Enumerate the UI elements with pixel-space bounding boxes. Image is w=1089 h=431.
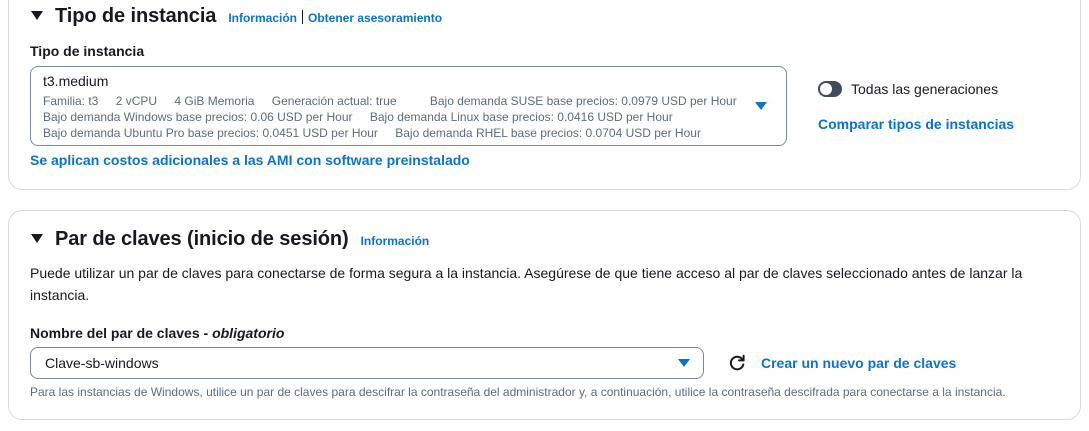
- suse-price: Bajo demanda SUSE base precios: 0.0979 U…: [429, 94, 737, 108]
- compare-instance-types-link[interactable]: Comparar tipos de instancias: [818, 116, 1014, 132]
- instance-type-select[interactable]: t3.medium Familia: t3 2 vCPU 4 GiB Memor…: [30, 66, 787, 146]
- link-separator: [301, 10, 303, 24]
- caret-down-filled-icon: [678, 359, 690, 367]
- key-pair-select[interactable]: Clave-sb-windows: [30, 347, 704, 379]
- get-advice-link[interactable]: Obtener asesoramiento: [308, 11, 442, 25]
- instance-type-panel: Tipo de instancia Información Obtener as…: [8, 0, 1081, 190]
- key-pair-header: Par de claves (inicio de sesión) Informa…: [31, 228, 429, 251]
- expand-caret-icon[interactable]: [31, 234, 43, 243]
- instance-specs-line-3: Bajo demanda Ubuntu Pro base precios: 0.…: [43, 126, 715, 140]
- key-pair-panel: Par de claves (inicio de sesión) Informa…: [8, 210, 1081, 420]
- rhel-price: Bajo demanda RHEL base precios: 0.0704 U…: [395, 126, 701, 140]
- ubuntu-pro-price: Bajo demanda Ubuntu Pro base precios: 0.…: [43, 126, 378, 140]
- key-pair-description: Puede utilizar un par de claves para con…: [30, 265, 1023, 303]
- toggle-switch[interactable]: [818, 81, 842, 97]
- instance-type-field-label: Tipo de instancia: [30, 43, 145, 59]
- all-generations-toggle[interactable]: Todas las generaciones: [818, 81, 998, 97]
- all-generations-label: Todas las generaciones: [851, 81, 999, 97]
- windows-price: Bajo demanda Windows base precios: 0.06 …: [43, 110, 353, 124]
- memory-spec: 4 GiB Memoria: [174, 94, 255, 108]
- instance-type-header: Tipo de instancia Información Obtener as…: [31, 5, 442, 28]
- instance-info-link[interactable]: Información: [228, 11, 297, 25]
- required-marker: obligatorio: [212, 325, 285, 341]
- instance-specs-line-2: Bajo demanda Windows base precios: 0.06 …: [43, 110, 687, 124]
- key-pair-label-text: Nombre del par de claves -: [30, 325, 213, 341]
- create-key-pair-link[interactable]: Crear un nuevo par de claves: [761, 355, 956, 371]
- vcpu-spec: 2 vCPU: [115, 94, 158, 108]
- expand-caret-icon[interactable]: [31, 11, 43, 20]
- key-pair-field-label: Nombre del par de claves - obligatorio: [30, 325, 284, 341]
- refresh-icon[interactable]: [728, 354, 746, 372]
- key-pair-info-link[interactable]: Información: [361, 234, 430, 248]
- instance-type-title: Tipo de instancia: [55, 5, 217, 27]
- family-spec: Familia: t3: [43, 94, 99, 108]
- ami-costs-link[interactable]: Se aplican costos adicionales a las AMI …: [30, 152, 470, 168]
- linux-price: Bajo demanda Linux base precios: 0.0416 …: [369, 110, 673, 124]
- key-pair-title: Par de claves (inicio de sesión): [55, 228, 349, 250]
- instance-specs-line-1: Familia: t3 2 vCPU 4 GiB Memoria Generac…: [43, 94, 751, 108]
- key-pair-selected-value: Clave-sb-windows: [45, 355, 159, 371]
- toggle-knob: [820, 83, 832, 95]
- key-pair-hint: Para las instancias de Windows, utilice …: [30, 385, 1006, 399]
- instance-type-name: t3.medium: [43, 73, 109, 89]
- generation-spec: Generación actual: true: [271, 94, 397, 108]
- caret-down-filled-icon: [755, 102, 767, 110]
